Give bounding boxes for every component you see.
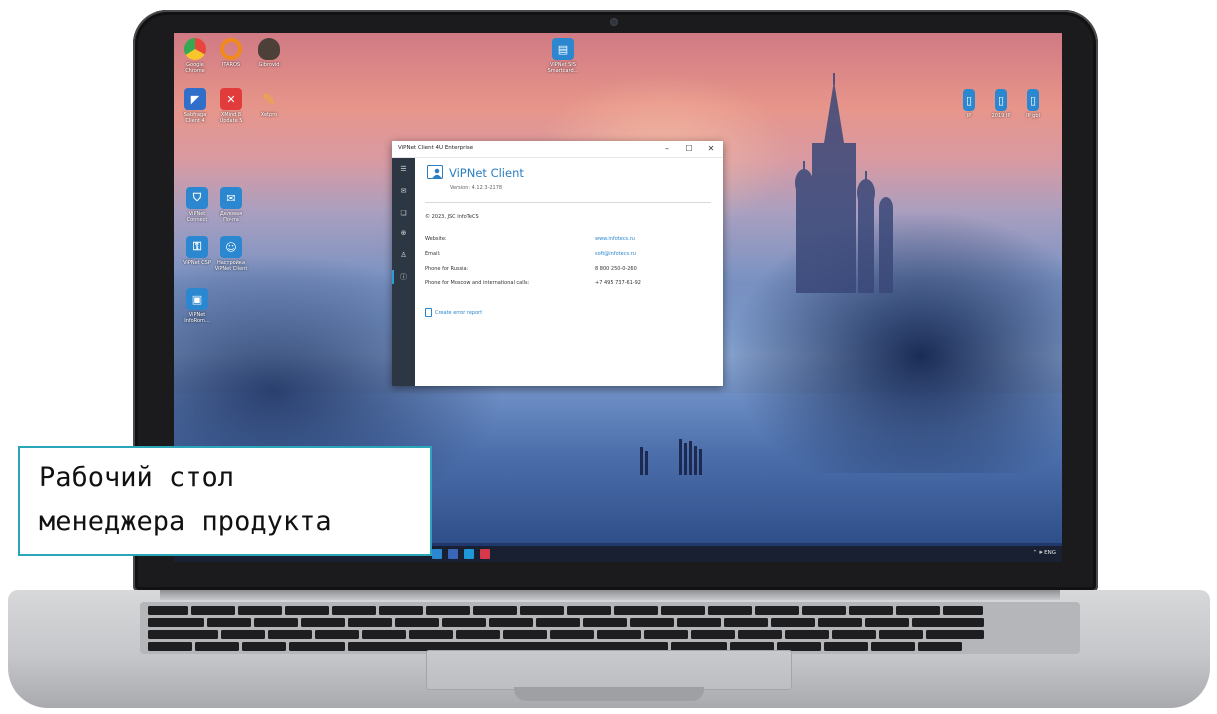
desktop-icon-label: IP <box>966 113 972 119</box>
desktop-icon-sabfraga[interactable]: ◤ Sabfraga Client 4 <box>178 88 212 124</box>
laptop-hinge <box>160 590 1060 600</box>
desktop-icon-business-mail[interactable]: ✉ Деловая Почта <box>214 187 248 223</box>
keyboard-row <box>148 630 984 639</box>
caption-line-2: менеджера продукта <box>39 506 332 537</box>
app-title: ViPNet Client <box>449 166 524 180</box>
trackpad <box>426 650 792 690</box>
window-titlebar: ViPNet Client 4U Enterprise – ☐ ✕ <box>392 141 723 158</box>
desktop-icon-vipnet-csp[interactable]: ⚿ ViPNet CSP <box>180 236 214 266</box>
create-error-report-label: Create error report <box>435 309 483 316</box>
business-mail-icon: ✉ <box>220 187 242 209</box>
desktop-icon-itaros[interactable]: ITAROS <box>214 38 248 68</box>
chrome-icon <box>184 38 206 60</box>
email-label: Email: <box>425 251 441 257</box>
desktop-icon-vipnet-settings[interactable]: ☺ Настройка ViPNet Client <box>214 236 248 272</box>
desktop-icon-label: Google Chrome <box>185 62 205 74</box>
desktop-icon-file-ip-gbl[interactable]: ▯ IP gbl <box>1016 89 1050 119</box>
xmind-icon: ✕ <box>220 88 242 110</box>
phone-intl-value: +7 495 737-61-92 <box>595 280 641 286</box>
itaros-icon <box>220 38 242 60</box>
caption-box: Рабочий стол менеджера продукта <box>18 446 432 556</box>
keyboard <box>140 602 1080 654</box>
system-tray[interactable]: ⌃ 🕪 ENG <box>1033 550 1056 557</box>
desktop-icon-vipnet-sis[interactable]: ▤ ViPNet SIS Smartcard... <box>546 38 580 74</box>
envelope-icon[interactable]: ✉ <box>392 184 415 198</box>
divider <box>425 202 711 203</box>
caption-line-1: Рабочий стол <box>39 462 235 493</box>
desktop-icon-xmind[interactable]: ✕ XMind 8 Update 5 <box>214 88 248 124</box>
window-title: ViPNet Client 4U Enterprise <box>398 145 474 151</box>
sabfraga-icon: ◤ <box>184 88 206 110</box>
vipnet-settings-icon: ☺ <box>220 236 242 258</box>
keyboard-row <box>148 618 984 627</box>
wallpaper-posts <box>640 439 702 475</box>
document-icon <box>425 308 432 317</box>
phone-russia-value: 8 800 250-0-260 <box>595 266 637 272</box>
desktop-icon-label: ViPNet Connect <box>186 211 208 223</box>
file-icon: ▯ <box>1027 89 1039 111</box>
taskbar-app-icon[interactable] <box>480 549 490 559</box>
vipnet-inforom-icon: ▣ <box>186 288 208 310</box>
desktop-icon-label: XMind 8 Update 5 <box>219 112 243 124</box>
desktop-icon-file-ip[interactable]: ▯ IP <box>952 89 986 119</box>
taskbar-app-icon[interactable] <box>432 549 442 559</box>
user-icon[interactable]: ♙ <box>392 248 415 262</box>
desktop-icon-label: Gibrovid <box>258 62 280 68</box>
minimize-button[interactable]: – <box>657 143 677 155</box>
version-text: Version: 4.12.3-2178 <box>450 185 503 191</box>
desktop-icon-label: 2019 IP <box>991 113 1011 119</box>
desktop-icon-gibrovid[interactable]: Gibrovid <box>252 38 286 68</box>
copyright-text: © 2023, JSC InfoTeCS <box>425 214 479 220</box>
desktop-icon-label: IP gbl <box>1026 113 1040 119</box>
info-icon[interactable]: ⓘ <box>392 270 415 284</box>
desktop-icon-label: ITAROS <box>221 62 241 68</box>
desktop-icon-label: Xetpro <box>260 112 278 118</box>
vipnet-sis-icon: ▤ <box>552 38 574 60</box>
desktop-icon-file-2019-ip[interactable]: ▯ 2019 IP <box>984 89 1018 119</box>
globe-icon[interactable]: ⊕ <box>392 226 415 240</box>
desktop-icon-vipnet-inforom[interactable]: ▣ ViPNet InfoRom... <box>180 288 214 324</box>
phone-intl-label: Phone for Moscow and international calls… <box>425 280 530 286</box>
maximize-button[interactable]: ☐ <box>679 143 699 155</box>
sidebar-nav: ☰ ✉ ❏ ⊕ ♙ ⓘ <box>392 158 415 386</box>
taskbar-app-icon[interactable] <box>448 549 458 559</box>
desktop-icon-label: Sabfraga Client 4 <box>183 112 207 124</box>
close-button[interactable]: ✕ <box>701 143 721 155</box>
wallpaper-church <box>795 73 893 293</box>
website-label: Website: <box>425 236 447 242</box>
vipnet-csp-icon: ⚿ <box>186 236 208 258</box>
laptop-front-lip <box>514 687 704 701</box>
create-error-report-link[interactable]: Create error report <box>425 308 482 317</box>
desktop-icon-chrome[interactable]: Google Chrome <box>178 38 212 74</box>
menu-icon[interactable]: ☰ <box>392 162 415 176</box>
about-panel: ViPNet Client Version: 4.12.3-2178 © 202… <box>415 158 723 386</box>
taskbar-app-icon[interactable] <box>464 549 474 559</box>
xetpro-icon: ✎ <box>262 89 276 109</box>
keyboard-row <box>148 606 983 615</box>
webcam <box>611 19 617 25</box>
email-link[interactable]: soft@infotecs.ru <box>595 251 636 257</box>
gibrovid-icon <box>258 38 280 60</box>
chat-icon[interactable]: ❏ <box>392 206 415 220</box>
desktop-icon-label: ViPNet InfoRom... <box>184 312 210 324</box>
phone-russia-label: Phone for Russia: <box>425 266 469 272</box>
desktop-icon-label: ViPNet SIS Smartcard... <box>547 62 579 74</box>
file-icon: ▯ <box>995 89 1007 111</box>
vipnet-client-window: ViPNet Client 4U Enterprise – ☐ ✕ ☰ ✉ ❏ … <box>392 141 723 386</box>
desktop-icon-vipnet-connect[interactable]: ⛉ ViPNet Connect <box>180 187 214 223</box>
desktop-icon-label: Деловая Почта <box>219 211 243 223</box>
vipnet-logo-icon <box>427 165 443 179</box>
desktop-icon-xetpro[interactable]: ✎ Xetpro <box>252 88 286 119</box>
vipnet-connect-icon: ⛉ <box>186 187 208 209</box>
file-icon: ▯ <box>963 89 975 111</box>
desktop-icon-label: Настройка ViPNet Client <box>214 260 248 272</box>
desktop-icon-label: ViPNet CSP <box>183 260 211 266</box>
website-link[interactable]: www.infotecs.ru <box>595 236 635 242</box>
